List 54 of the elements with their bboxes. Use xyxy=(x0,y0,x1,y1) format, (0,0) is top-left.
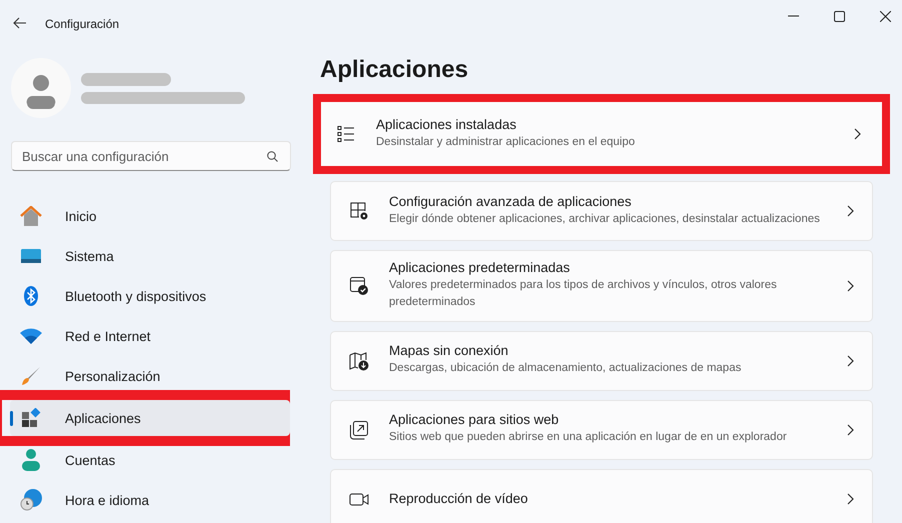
open-external-icon xyxy=(349,420,369,440)
avatar-icon xyxy=(11,58,71,118)
nav-item[interactable]: Cuentas xyxy=(10,442,288,478)
nav-item[interactable]: Red e Internet xyxy=(10,318,288,354)
card-title: Reproducción de vídeo xyxy=(389,491,529,506)
settings-card[interactable]: Aplicaciones predeterminadas Valores predeterminados para los tipos de archivos y vínculos, otros valores predeterminados xyxy=(330,250,873,322)
list-icon xyxy=(336,125,356,143)
chevron-icon xyxy=(847,492,854,504)
window-title: Configuración xyxy=(45,17,120,31)
card-title: Aplicaciones para sitios web xyxy=(389,412,560,428)
card-description: Sitios web que pueden abrirse en una aplicación en lugar de en un explorador xyxy=(389,430,788,446)
video-camera-icon xyxy=(349,490,369,506)
maximize-icon[interactable] xyxy=(834,10,845,22)
nav-item[interactable]: Bluetooth y dispositivos xyxy=(10,278,288,314)
search-field[interactable]: Buscar una configuración xyxy=(11,141,291,171)
nav-item[interactable]: Sistema xyxy=(10,238,288,274)
chevron-icon xyxy=(847,280,854,292)
card-description: Descargas, ubicación de almacenamiento, actualizaciones de mapas xyxy=(389,361,742,376)
settings-card[interactable]: Aplicaciones instaladas Desinstalar y administrar aplicaciones en el equipo xyxy=(321,102,882,166)
close-icon[interactable] xyxy=(880,10,891,22)
card-title: Configuración avanzada de aplicaciones xyxy=(389,194,632,209)
window-check-icon xyxy=(349,276,369,296)
card-description: Valores predeterminados para los tipos de archivos y vínculos, otros valores predeterminados xyxy=(389,278,778,310)
person-icon xyxy=(20,449,42,471)
map-download-icon xyxy=(349,350,369,370)
card-title: Aplicaciones predeterminadas xyxy=(389,260,571,275)
chevron-icon xyxy=(847,205,854,217)
nav-item[interactable]: Personalización xyxy=(10,358,288,394)
monitor-icon xyxy=(20,249,42,263)
wifi-icon xyxy=(20,328,42,344)
settings-card[interactable]: Reproducción de vídeo xyxy=(330,468,873,523)
settings-card[interactable]: Mapas sin conexión Descargas, ubicación de almacenamiento, actualizaciones de mapas xyxy=(330,330,873,390)
minimize-icon[interactable] xyxy=(788,15,799,17)
nav-item[interactable]: Hora e idioma xyxy=(10,482,288,518)
card-title: Aplicaciones instaladas xyxy=(376,116,518,132)
brush-icon xyxy=(20,366,42,386)
search-icon xyxy=(267,151,278,162)
grid-gear-icon xyxy=(349,201,369,221)
globe-clock-icon xyxy=(20,489,42,511)
house-icon xyxy=(20,206,42,226)
selection-indicator xyxy=(10,411,13,426)
chevron-icon xyxy=(854,128,861,140)
settings-card[interactable]: Configuración avanzada de aplicaciones Elegir dónde obtener aplicaciones, archivar aplicaciones, desinstalar actualizaciones xyxy=(330,181,873,241)
back-icon[interactable] xyxy=(13,17,27,29)
chevron-icon xyxy=(847,354,854,366)
settings-card[interactable]: Aplicaciones para sitios web Sitios web que pueden abrirse en una aplicación en lugar de en un explorador xyxy=(330,400,873,460)
chevron-icon xyxy=(847,424,854,436)
card-description: Desinstalar y administrar aplicaciones en el equipo xyxy=(376,134,636,150)
nav-item[interactable]: Inicio xyxy=(10,198,288,234)
card-title: Mapas sin conexión xyxy=(389,343,510,358)
nav-item[interactable]: Aplicaciones xyxy=(10,400,290,436)
page-title: Aplicaciones xyxy=(320,56,470,84)
apps-icon xyxy=(20,408,42,428)
card-description: Elegir dónde obtener aplicaciones, archivar aplicaciones, desinstalar actualizaciones xyxy=(389,212,821,227)
